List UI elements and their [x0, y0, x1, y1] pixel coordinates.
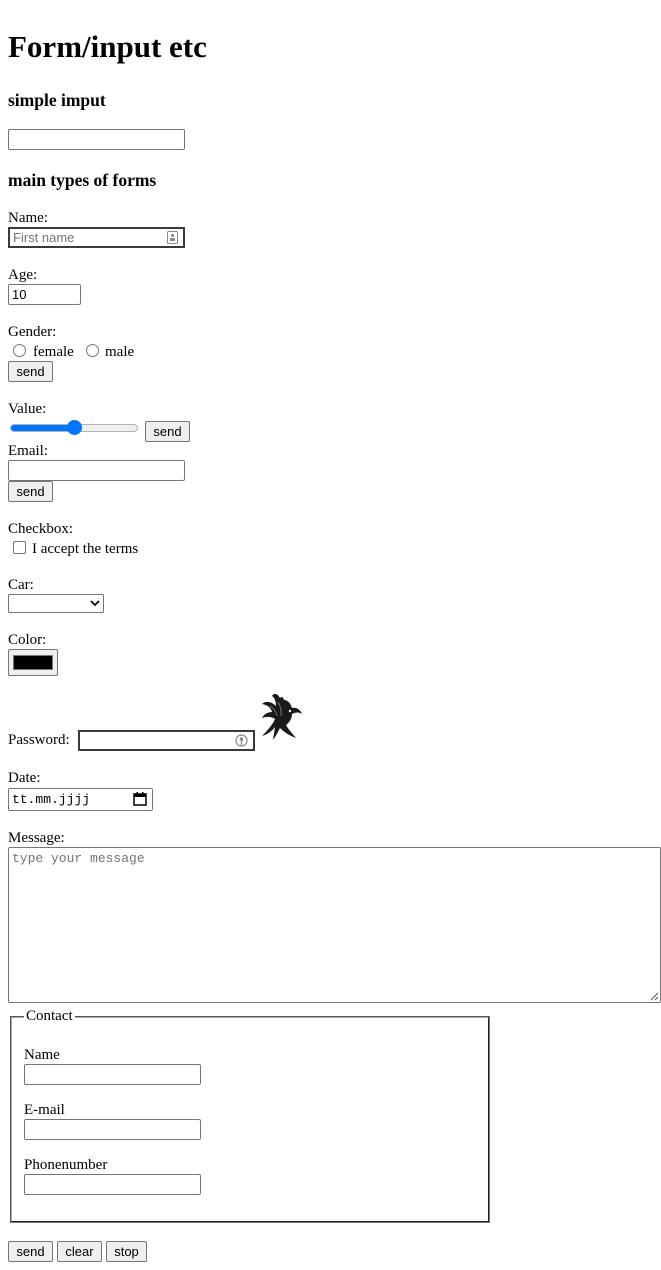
age-input[interactable]: 10 [8, 284, 81, 305]
contact-legend: Contact [24, 1007, 75, 1025]
date-placeholder: tt.mm.jjjj [12, 792, 91, 807]
simple-input-heading: simple imput [8, 90, 106, 110]
gender-male-label: male [105, 344, 135, 360]
stop-button[interactable]: stop [106, 1241, 147, 1262]
value-send-button[interactable]: send [145, 421, 190, 442]
page-title: Form/input etc [8, 29, 207, 64]
accept-terms-label: I accept the terms [32, 541, 139, 557]
clear-button[interactable]: clear [57, 1241, 102, 1262]
contact-phone-input[interactable] [24, 1174, 201, 1195]
color-label: Color: [8, 632, 47, 648]
simple-input[interactable] [8, 129, 185, 150]
accept-terms-checkbox[interactable] [13, 541, 26, 554]
password-input[interactable] [78, 730, 255, 751]
color-picker[interactable] [8, 649, 58, 676]
email-label: Email: [8, 443, 48, 459]
checkbox-label: Checkbox: [8, 521, 73, 537]
gender-send-button[interactable]: send [8, 361, 53, 382]
date-label: Date: [8, 770, 41, 786]
gender-female-radio[interactable] [13, 344, 26, 357]
chevron-down-icon [90, 600, 100, 607]
key-icon[interactable] [235, 734, 248, 747]
email-send-button[interactable]: send [8, 481, 53, 502]
contact-email-input[interactable] [24, 1119, 201, 1140]
message-label: Message: [8, 830, 65, 846]
message-textarea[interactable]: type your message [8, 847, 661, 1003]
date-input[interactable]: tt.mm.jjjj [8, 788, 153, 811]
main-types-heading: main types of forms [8, 170, 157, 190]
message-placeholder: type your message [12, 851, 145, 866]
value-label: Value: [8, 401, 47, 417]
contact-name-input[interactable] [24, 1064, 201, 1085]
first-name-placeholder: First name [13, 230, 75, 245]
contact-name-label: Name [24, 1047, 60, 1063]
first-name-input[interactable]: First name [8, 227, 185, 248]
password-label: Password: [8, 732, 70, 748]
name-label: Name: [8, 210, 48, 226]
email-input[interactable] [8, 460, 185, 481]
send-button[interactable]: send [8, 1241, 53, 1262]
age-label: Age: [8, 267, 38, 283]
value-slider[interactable] [8, 419, 140, 437]
car-label: Car: [8, 577, 34, 593]
bird-image [258, 692, 304, 744]
calendar-icon[interactable] [133, 792, 147, 806]
color-swatch [13, 655, 53, 670]
slider-fill [11, 425, 75, 431]
car-select[interactable] [8, 594, 104, 613]
contact-card-icon[interactable] [167, 231, 178, 244]
gender-female-label: female [33, 344, 74, 360]
gender-male-radio[interactable] [86, 344, 99, 357]
gender-label: Gender: [8, 324, 57, 340]
slider-thumb[interactable] [66, 420, 82, 435]
resize-handle-icon[interactable] [650, 992, 659, 1001]
contact-phone-label: Phonenumber [24, 1157, 108, 1173]
contact-email-label: E-mail [24, 1102, 65, 1118]
